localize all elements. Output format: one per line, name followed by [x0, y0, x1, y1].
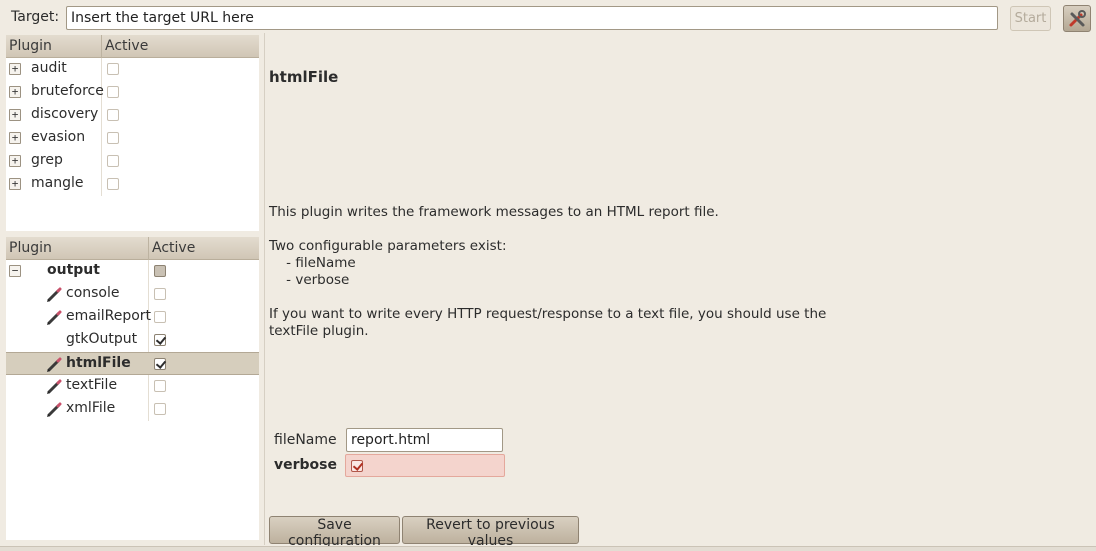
- column-separator: [148, 237, 149, 260]
- column-plugin[interactable]: Plugin: [9, 240, 52, 256]
- active-checkbox[interactable]: [154, 380, 166, 392]
- plugin-tree-top: Plugin Active + audit + bruteforce + discover…: [6, 35, 259, 231]
- active-checkbox[interactable]: [154, 311, 166, 323]
- plugin-label: gtkOutput: [66, 331, 138, 347]
- plugin-type-label: audit: [31, 60, 67, 76]
- wrench-screwdriver-icon: [1069, 9, 1086, 26]
- verbose-field[interactable]: [345, 454, 505, 477]
- save-configuration-button[interactable]: Save configuration: [269, 516, 400, 549]
- plugin-type-label: evasion: [31, 129, 86, 145]
- target-url-input[interactable]: [66, 6, 998, 30]
- expand-icon[interactable]: +: [9, 155, 21, 167]
- tree-header: Plugin Active: [6, 35, 259, 58]
- tree-group-output[interactable]: − output: [6, 260, 259, 283]
- tree-row-xmlFile[interactable]: xmlFile: [6, 398, 259, 421]
- tree-row-emailReport[interactable]: emailReport: [6, 306, 259, 329]
- plugin-type-label: bruteforce: [31, 83, 104, 99]
- active-checkbox[interactable]: [154, 334, 166, 346]
- plugin-title: htmlFile: [269, 68, 339, 86]
- active-checkbox[interactable]: [107, 86, 119, 98]
- active-checkbox[interactable]: [107, 63, 119, 75]
- expand-icon[interactable]: +: [9, 63, 21, 75]
- expand-icon[interactable]: +: [9, 132, 21, 144]
- tree-row-mangle[interactable]: + mangle: [6, 173, 259, 196]
- edit-pencil-icon: [46, 287, 62, 303]
- tree-row-audit[interactable]: + audit: [6, 58, 259, 81]
- filename-input[interactable]: [346, 428, 503, 452]
- tree-row-grep[interactable]: + grep: [6, 150, 259, 173]
- active-checkbox[interactable]: [107, 178, 119, 190]
- group-label: output: [47, 262, 100, 278]
- start-button[interactable]: Start: [1010, 6, 1051, 31]
- plugin-type-label: discovery: [31, 106, 99, 122]
- column-plugin[interactable]: Plugin: [9, 38, 52, 54]
- plugin-label: htmlFile: [66, 355, 131, 371]
- edit-pencil-icon: [46, 310, 62, 326]
- target-label: Target:: [11, 9, 60, 25]
- column-active[interactable]: Active: [152, 240, 195, 256]
- plugin-label: textFile: [66, 377, 118, 393]
- column-active[interactable]: Active: [105, 38, 148, 54]
- expand-icon[interactable]: +: [9, 178, 21, 190]
- revert-button[interactable]: Revert to previous values: [402, 516, 579, 549]
- active-checkbox[interactable]: [154, 403, 166, 415]
- plugin-description: This plugin writes the framework message…: [269, 204, 826, 357]
- tree-row-gtkOutput[interactable]: gtkOutput: [6, 329, 259, 352]
- verbose-label: verbose: [274, 457, 337, 473]
- group-active-checkbox[interactable]: [154, 265, 166, 277]
- description-params: Two configurable parameters exist: - fil…: [269, 238, 507, 288]
- description-line: This plugin writes the framework message…: [269, 204, 719, 220]
- active-checkbox[interactable]: [154, 358, 166, 370]
- active-checkbox[interactable]: [107, 109, 119, 121]
- description-note: If you want to write every HTTP request/…: [269, 306, 827, 339]
- collapse-icon[interactable]: −: [9, 265, 21, 277]
- tools-button[interactable]: [1063, 5, 1091, 32]
- tree-row-discovery[interactable]: + discovery: [6, 104, 259, 127]
- tree-row-htmlFile[interactable]: htmlFile: [6, 352, 259, 375]
- plugin-type-label: grep: [31, 152, 63, 168]
- filename-label: fileName: [274, 432, 337, 448]
- active-checkbox[interactable]: [154, 288, 166, 300]
- expand-icon[interactable]: +: [9, 86, 21, 98]
- tree-row-console[interactable]: console: [6, 283, 259, 306]
- active-checkbox[interactable]: [107, 132, 119, 144]
- status-strip: [0, 546, 1096, 551]
- plugin-tree-bottom: Plugin Active − output console emailRepor…: [6, 237, 259, 540]
- edit-pencil-icon: [46, 357, 62, 373]
- plugin-label: emailReport: [66, 308, 152, 324]
- tree-row-evasion[interactable]: + evasion: [6, 127, 259, 150]
- plugin-type-label: mangle: [31, 175, 84, 191]
- plugin-label: xmlFile: [66, 400, 116, 416]
- verbose-checkbox[interactable]: [351, 460, 363, 472]
- tree-row-textFile[interactable]: textFile: [6, 375, 259, 398]
- tree-header: Plugin Active: [6, 237, 259, 260]
- tree-row-bruteforce[interactable]: + bruteforce: [6, 81, 259, 104]
- edit-pencil-icon: [46, 379, 62, 395]
- plugin-label: console: [66, 285, 120, 301]
- edit-pencil-icon: [46, 402, 62, 418]
- active-checkbox[interactable]: [107, 155, 119, 167]
- toolbar: Target: Start: [0, 0, 1096, 35]
- plugin-detail-pane: htmlFile This plugin writes the framewor…: [264, 33, 1096, 549]
- expand-icon[interactable]: +: [9, 109, 21, 121]
- column-separator: [101, 35, 102, 58]
